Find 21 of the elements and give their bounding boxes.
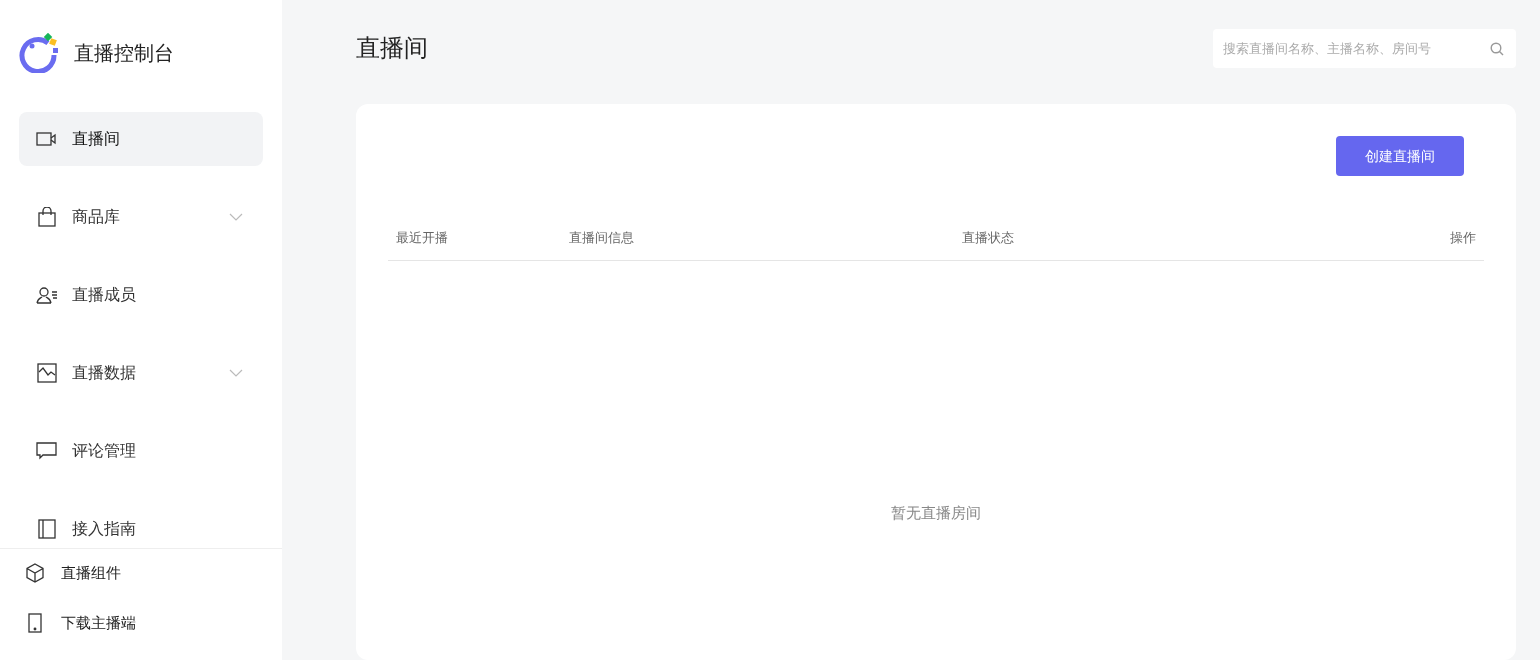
shopping-bag-icon xyxy=(36,207,58,227)
footer-link[interactable]: 下载主播端 xyxy=(24,609,282,637)
empty-message: 暂无直播房间 xyxy=(891,503,981,523)
create-room-button[interactable]: 创建直播间 xyxy=(1336,136,1464,176)
column-header: 直播状态 xyxy=(962,229,1015,248)
footer-link[interactable]: 直播组件 xyxy=(24,559,282,587)
chart-icon xyxy=(36,363,58,383)
search-icon xyxy=(1490,41,1504,56)
column-header: 直播间信息 xyxy=(569,229,635,248)
column-header: 最近开播 xyxy=(396,229,449,248)
app-title: 直播控制台 xyxy=(74,41,174,66)
column-header: 操作 xyxy=(1450,229,1476,248)
camera-icon xyxy=(36,129,58,149)
person-list-icon xyxy=(36,285,58,305)
page-title: 直播间 xyxy=(356,33,428,63)
book-icon xyxy=(36,519,58,539)
search-field[interactable]: 搜索直播间名称、主播名称、房间号 xyxy=(1213,28,1516,68)
nav-item[interactable]: 直播间 xyxy=(19,112,263,166)
cube-icon xyxy=(24,563,46,583)
comment-icon xyxy=(36,441,58,461)
logo-icon xyxy=(18,33,60,73)
